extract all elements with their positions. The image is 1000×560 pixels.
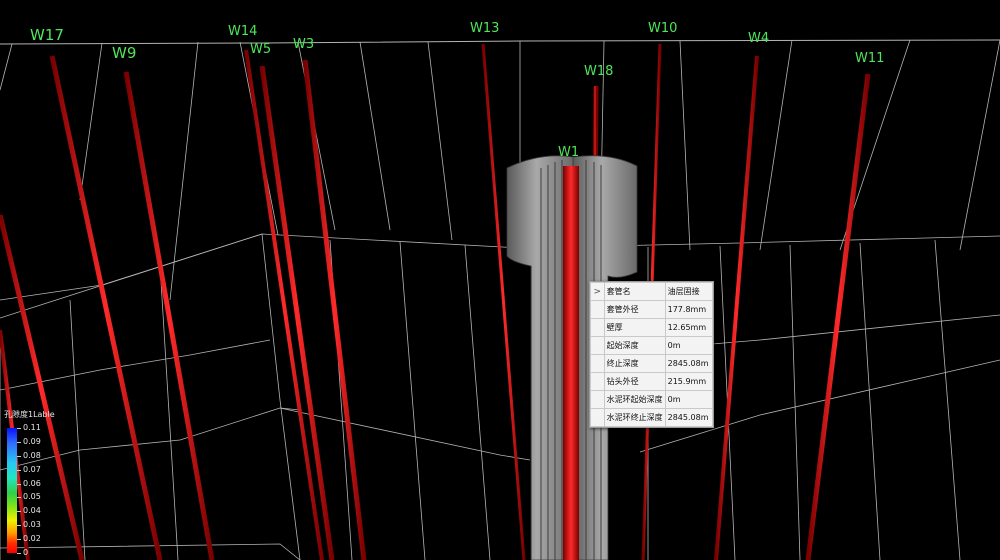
legend-color-bar	[7, 428, 17, 553]
property-key: 套管名	[603, 282, 666, 301]
property-value: 2845.08m	[664, 354, 714, 373]
porosity-color-legend: 孔隙度1Lable 0.11 0.09 0.08 0.07 0.06 0.05 0.04 0.…	[0, 409, 80, 559]
property-value: 0m	[664, 390, 714, 409]
legend-tick	[17, 539, 21, 541]
property-key: 起始深度	[603, 336, 666, 355]
well-label-w14: W14	[228, 24, 257, 39]
well-label-w11: W11	[855, 51, 884, 66]
well-label-w4: W4	[748, 31, 769, 46]
well-trajectory-w11[interactable]	[805, 73, 871, 560]
well-label-w3: W3	[293, 37, 314, 52]
property-key: 终止深度	[603, 354, 666, 373]
well-trajectory-w5[interactable]	[259, 65, 335, 560]
expand-arrow-icon[interactable]: >	[590, 282, 605, 301]
property-key: 水泥环起始深度	[603, 390, 666, 409]
property-value: 油层固接	[664, 282, 714, 301]
property-row[interactable]: 水泥环终止深度 2845.08m	[590, 408, 714, 427]
legend-tick-label: 0.07	[23, 464, 41, 474]
row-gutter	[590, 390, 605, 409]
legend-tick-label: 0.05	[23, 492, 41, 502]
legend-tick	[17, 525, 21, 527]
legend-tick	[17, 441, 21, 443]
row-gutter	[590, 372, 605, 391]
well-label-w9: W9	[112, 44, 136, 62]
casing-property-panel[interactable]: > 套管名 油层固接 套管外径 177.8mm 壁厚 12.65mm 起始深度 0m 终止深度 28…	[589, 281, 714, 428]
property-value: 2845.08m	[664, 408, 714, 427]
well-label-w1: W1	[558, 145, 579, 160]
well-trajectory-w4[interactable]	[714, 55, 759, 560]
row-gutter	[590, 408, 605, 427]
legend-tick-label: 0	[23, 548, 29, 557]
grid-lines	[0, 39, 1000, 560]
well-label-w10: W10	[648, 21, 677, 36]
legend-tick-label: 0.06	[23, 478, 41, 488]
property-row[interactable]: 终止深度 2845.08m	[590, 354, 714, 373]
property-row[interactable]: 钻头外径 215.9mm	[590, 372, 714, 391]
well-label-w13: W13	[470, 21, 499, 36]
legend-tick	[17, 455, 21, 457]
3d-well-viewport[interactable]: W17 W9 W14 W5 W3 W13 W18 W10 W4 W11 W1 >…	[0, 0, 1000, 560]
property-row[interactable]: 水泥环起始深度 0m	[590, 390, 714, 409]
legend-tick-label: 0.03	[23, 520, 41, 530]
property-row[interactable]: 套管外径 177.8mm	[590, 300, 714, 319]
row-gutter	[590, 336, 605, 355]
property-value: 12.65mm	[664, 318, 714, 337]
legend-tick-label: 0.09	[23, 436, 41, 446]
property-key: 钻头外径	[603, 372, 666, 391]
legend-tick	[17, 497, 21, 499]
property-row[interactable]: 壁厚 12.65mm	[590, 318, 714, 337]
well-trajectories	[0, 43, 871, 560]
well-trajectory-w1[interactable]	[563, 166, 579, 560]
legend-tick-label: 0.04	[23, 506, 41, 516]
legend-tick	[17, 428, 21, 429]
legend-tick	[17, 483, 21, 485]
legend-tick-label: 0.02	[23, 534, 41, 544]
property-key: 水泥环终止深度	[603, 408, 666, 427]
well-trajectory-w9[interactable]	[123, 71, 215, 560]
well-label-w17: W17	[30, 26, 64, 44]
legend-tick	[17, 469, 21, 471]
property-value: 215.9mm	[664, 372, 714, 391]
well-trajectory-w13[interactable]	[481, 43, 526, 560]
legend-title: 孔隙度1Lable	[4, 410, 55, 419]
casing-property-table: > 套管名 油层固接 套管外径 177.8mm 壁厚 12.65mm 起始深度 0m 终止深度 28…	[590, 282, 714, 427]
legend-tick	[17, 511, 21, 513]
well-label-w18: W18	[584, 64, 613, 79]
property-row[interactable]: 起始深度 0m	[590, 336, 714, 355]
legend-tick-label: 0.11	[23, 423, 41, 432]
row-gutter	[590, 318, 605, 337]
property-row[interactable]: > 套管名 油层固接	[590, 282, 714, 301]
property-value: 0m	[664, 336, 714, 355]
well-scene[interactable]: W17 W9 W14 W5 W3 W13 W18 W10 W4 W11 W1	[0, 0, 1000, 560]
property-key: 壁厚	[603, 318, 666, 337]
row-gutter	[590, 354, 605, 373]
legend-tick	[17, 553, 21, 554]
well-trajectory-w3[interactable]	[302, 59, 367, 560]
row-gutter	[590, 300, 605, 319]
property-value: 177.8mm	[664, 300, 714, 319]
well-label-w5: W5	[250, 42, 271, 57]
legend-tick-label: 0.08	[23, 450, 41, 460]
property-key: 套管外径	[603, 300, 666, 319]
